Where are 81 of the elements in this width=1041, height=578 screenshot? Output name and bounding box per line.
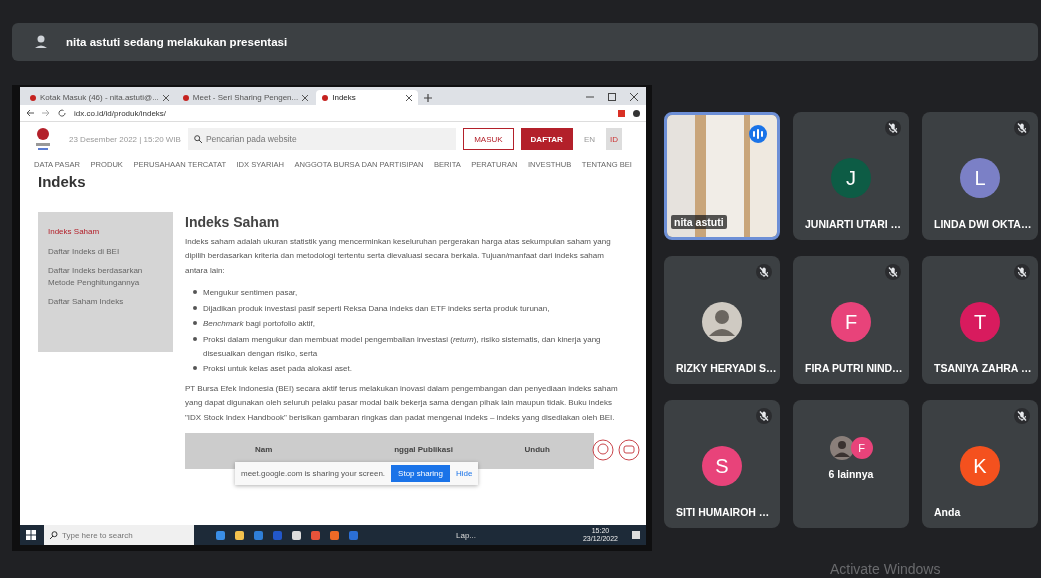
plus-icon[interactable]	[424, 94, 433, 102]
avatar-initial: S	[702, 446, 742, 486]
browser-tab[interactable]: Meet - Seri Sharing Pengen...	[176, 90, 315, 105]
participant-name: TSANIYA ZAHRA …	[934, 362, 1032, 374]
address-bar[interactable]: idx.co.id/id/produk/indeks/	[74, 108, 610, 118]
close-icon[interactable]	[406, 94, 413, 101]
bullet-icon	[193, 290, 197, 295]
message-icon[interactable]	[618, 438, 640, 461]
close-icon[interactable]	[302, 94, 309, 101]
bullet-item: Dijadikan produk investasi pasif seperti Reksa Dana indeks dan ETF indeks serta produk turunan,	[203, 302, 550, 315]
table-header: Unduh	[524, 444, 550, 454]
taskbar-search-field[interactable]: Type here to search	[44, 525, 194, 545]
maximize-icon[interactable]	[608, 93, 616, 101]
participant-name: 6 lainnya	[828, 468, 874, 480]
taskbar-app-label[interactable]: Lap...	[456, 530, 476, 540]
browser-tab[interactable]: Indeks	[316, 90, 419, 105]
participant-tile[interactable]: K Anda	[922, 400, 1038, 528]
close-icon[interactable]	[162, 94, 169, 101]
side-menu-link[interactable]: Daftar Indeks berdasarkan Metode Penghitungannya	[48, 265, 163, 289]
avatar-initial: L	[960, 158, 1000, 198]
avatar-silhouette	[829, 436, 854, 460]
participant-name: JUNIARTI UTARI …	[805, 218, 902, 230]
intro-paragraph: Indeks saham adalah ukuran statistik yang mencerminkan keseluruhan pergerakan harga atas sekumpulan saham yang dipilih berdasarkan kriteria dan metodologi tertentu serta dievaluasi secara berkala. Tujuan/manfaat dari indeks saham antara lain:	[185, 236, 612, 277]
avatar-initial: F	[831, 302, 871, 342]
presentation-status-text: nita astuti sedang melakukan presentasi	[66, 36, 288, 48]
bullet-item: Proksi untuk kelas aset pada alokasi aset.	[203, 363, 352, 376]
participant-tile[interactable]: F 6 lainnya	[793, 400, 909, 528]
avatar-initial: K	[960, 446, 1000, 486]
side-menu-link[interactable]: Daftar Indeks di BEI	[48, 245, 163, 258]
participant-name: LINDA DWI OKTA…	[934, 218, 1032, 230]
bullet-item: Mengukur sentimen pasar,	[203, 287, 298, 300]
sharing-notice-text: meet.google.com is sharing your screen.	[241, 468, 386, 478]
site-search-field[interactable]: Pencarian pada website	[187, 128, 457, 150]
bullet-icon	[193, 336, 197, 341]
bullet-icon	[193, 305, 197, 310]
avatar-initial: T	[960, 302, 1000, 342]
participant-tile[interactable]: T TSANIYA ZAHRA …	[922, 256, 1038, 384]
side-menu-link[interactable]: Indeks Saham	[48, 226, 163, 238]
participant-tile[interactable]: RIZKY HERYADI S…	[664, 256, 780, 384]
login-button[interactable]: MASUK	[463, 128, 514, 150]
participant-tile[interactable]: S SITI HUMAIROH …	[664, 400, 780, 528]
speaking-indicator-icon	[749, 125, 767, 143]
avatar-initial: J	[831, 158, 871, 198]
bullet-item: Benchmark bagi portofolio aktif,	[203, 318, 316, 331]
participant-tile[interactable]: J JUNIARTI UTARI …	[793, 112, 909, 240]
browser-tab[interactable]: Kotak Masuk (46) - nita.astuti@...	[24, 90, 175, 105]
avatar-initial: F	[850, 437, 873, 459]
reload-icon[interactable]	[58, 109, 66, 117]
site-date: 23 Desember 2022 | 15:20 WIB	[69, 134, 181, 144]
hide-link[interactable]: Hide	[456, 468, 473, 478]
participant-name: nita astuti	[671, 215, 727, 229]
page-title: Indeks	[37, 173, 87, 190]
back-arrow-icon[interactable]	[26, 109, 34, 117]
bullet-icon	[193, 366, 197, 371]
favicon-icon	[322, 94, 329, 101]
side-menu-link[interactable]: Daftar Saham Indeks	[48, 296, 163, 308]
section-heading: Indeks Saham	[185, 214, 281, 230]
activate-windows-notice: Activate Windows	[830, 561, 941, 577]
extension-icon[interactable]	[618, 109, 625, 117]
participant-name: FIRA PUTRI NIND…	[805, 362, 903, 374]
table-header: Nam	[255, 444, 273, 454]
avatar-silhouette	[702, 302, 742, 342]
participant-tile[interactable]: L LINDA DWI OKTA…	[922, 112, 1038, 240]
language-option[interactable]: ID	[606, 128, 622, 150]
participant-name: RIZKY HERYADI S…	[676, 362, 777, 374]
close-icon[interactable]	[630, 93, 638, 101]
participant-name: SITI HUMAIROH …	[676, 506, 770, 518]
bullet-item: Proksi dalam mengukur dan membuat model pengembalian investasi (return), risiko sistematis, dan kinerja yang disesuaikan dengan risiko, serta	[203, 333, 602, 360]
bullet-icon	[193, 321, 197, 326]
profile-avatar[interactable]	[633, 109, 640, 117]
favicon-icon	[30, 94, 36, 101]
person-icon	[34, 34, 48, 50]
body-paragraph: PT Bursa Efek Indonesia (BEI) secara aktif terus melakukan inovasi dalam pengembangan dan penyediaan indeks saham yang dapat digunakan oleh seluruh pelaku pasar modal baik bekerja sama dengan pihak lain maupun tidak. Buku indeks "IDX Stock Index Handbook" berisikan gambaran ringkas dan padat mengenai indeks – indeks yang disediakan oleh BEI.	[185, 382, 619, 424]
participant-name: Anda	[934, 506, 961, 518]
favicon-icon	[182, 94, 189, 101]
table-header: nggal Publikasi	[394, 444, 453, 454]
participant-tile[interactable]: F FIRA PUTRI NIND…	[793, 256, 909, 384]
stop-sharing-button[interactable]: Stop sharing	[391, 464, 450, 482]
windows-start-icon[interactable]	[26, 530, 36, 540]
register-button[interactable]: DAFTAR	[520, 128, 573, 150]
participant-tile[interactable]: nita astuti	[664, 112, 780, 240]
